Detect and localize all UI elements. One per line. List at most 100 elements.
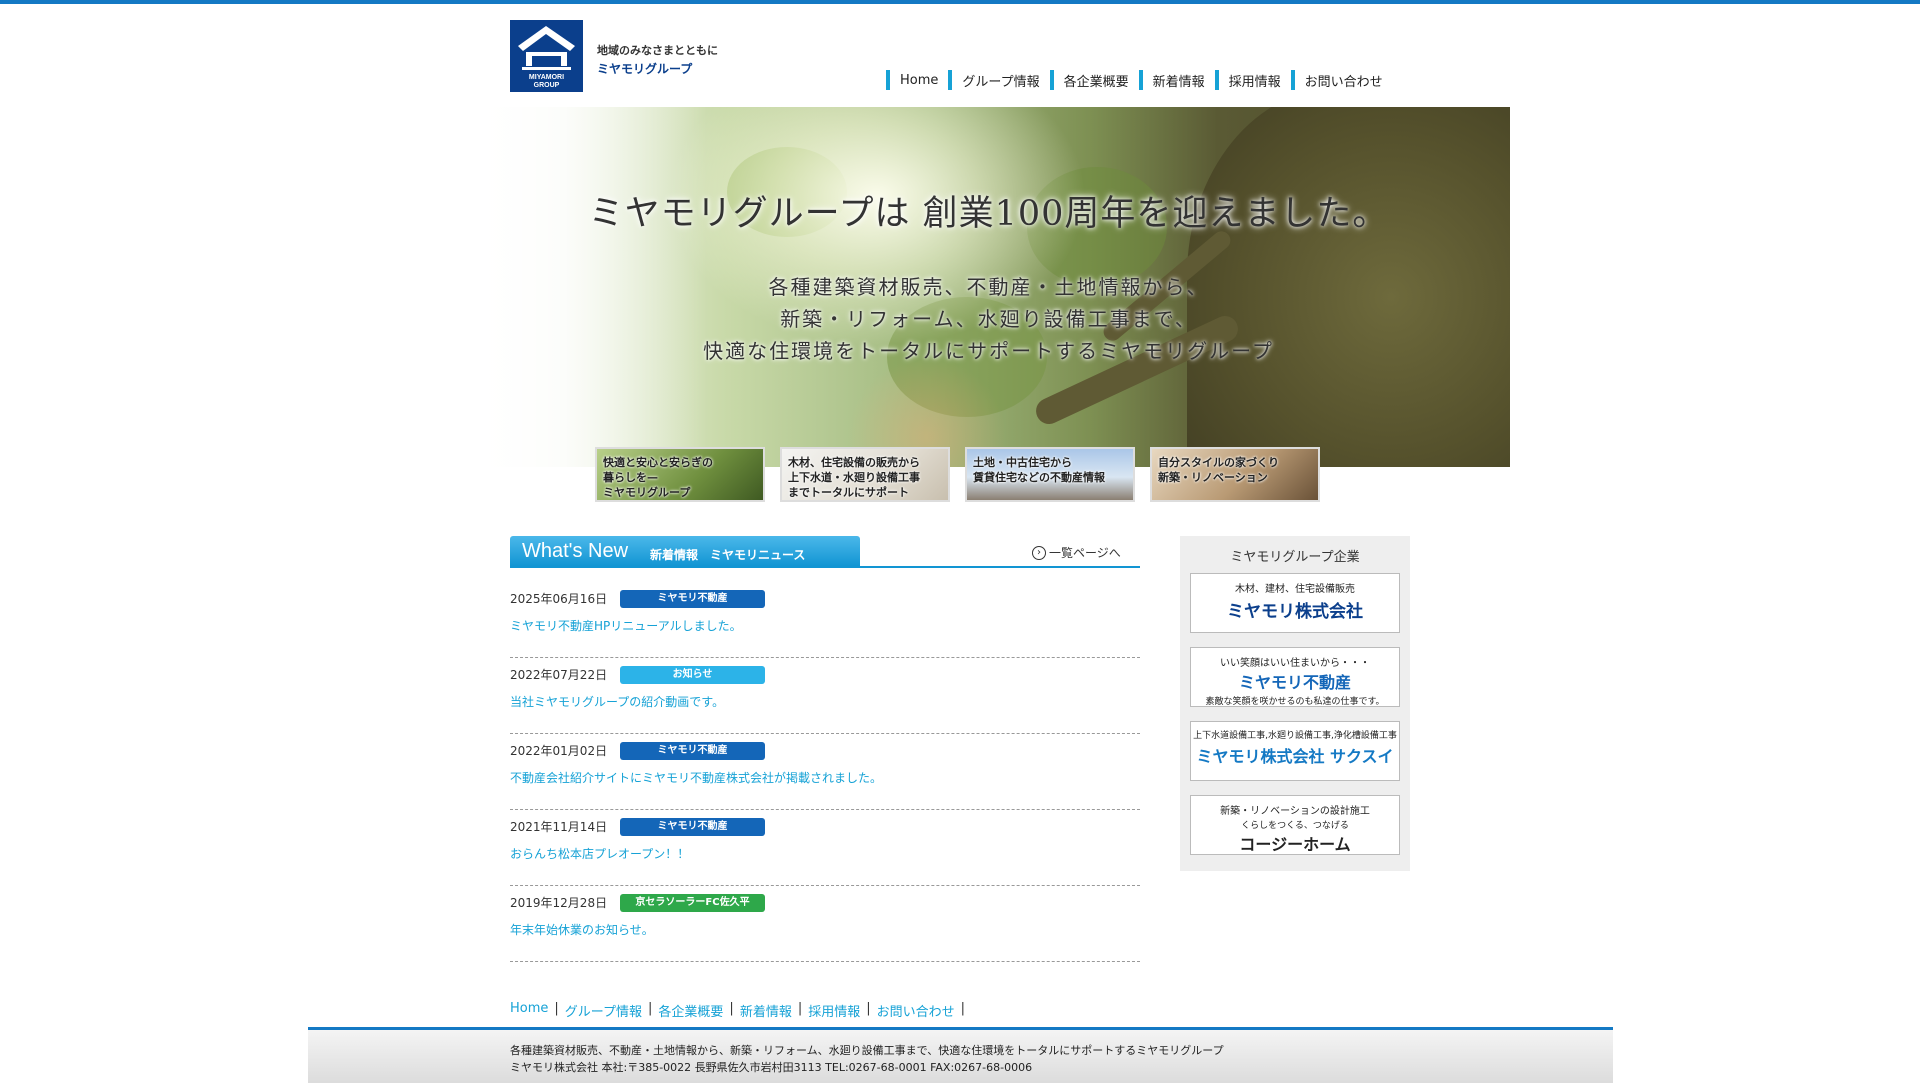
global-nav: Home グループ情報 各企業概要 新着情報 採用情報 お問い合わせ <box>886 70 1393 90</box>
nav-item-recruit[interactable]: 採用情報 <box>1214 70 1281 90</box>
nav-bar-marker <box>948 70 953 90</box>
news-list: 2025年06月16日 ミヤモリ不動産 ミヤモリ不動産HPリニューアルしました。… <box>510 582 1140 962</box>
footer-separator: | <box>960 1001 966 1016</box>
news-header: What's New 新着情報 ミヤモリニュース › 一覧ページへ <box>510 536 1140 568</box>
nav-item-companies[interactable]: 各企業概要 <box>1049 70 1129 90</box>
hero-text-line: 新築・リフォーム、水廻り設備工事まで、 <box>780 307 1197 331</box>
banner-text: 木材、住宅設備の販売から 上下水道・水廻り設備工事 までトータルにサポート <box>788 456 920 499</box>
news-heading-en: What's New <box>522 540 629 562</box>
company-banner-caption: 新築・リノベーションの設計施工 <box>1220 806 1370 817</box>
group-companies-panel: ミヤモリグループ企業 木材、建材、住宅設備販売 ミヤモリ株式会社 いい笑顔はいい… <box>1180 536 1410 871</box>
news-heading-jp: 新着情報 ミヤモリニュース <box>650 548 806 562</box>
nav-bar-marker <box>1049 70 1054 90</box>
nav-bar-marker <box>886 70 890 90</box>
company-banner-fudosan[interactable]: いい笑顔はいい住まいから・・・ ミヤモリ不動産 素敵な笑顔を咲かせるのも私達の仕… <box>1190 647 1400 707</box>
footer-description: 各種建築資材販売、不動産・土地情報から、新築・リフォーム、水廻り設備工事まで、快… <box>510 1044 1224 1057</box>
logo-text-group: GROUP <box>533 82 560 89</box>
footer: 各種建築資材販売、不動産・土地情報から、新築・リフォーム、水廻り設備工事まで、快… <box>308 1027 1613 1083</box>
news-category-badge: ミヤモリ不動産 <box>620 742 765 760</box>
banner-text: 土地・中古住宅から 賃貸住宅などの不動産情報 <box>973 456 1105 484</box>
nav-item-group-info[interactable]: グループ情報 <box>948 70 1040 90</box>
company-banner-name: コージーホーム <box>1239 835 1351 854</box>
company-banner-cozyhome[interactable]: 新築・リノベーションの設計施工 くらしをつくる、つなげる コージーホーム <box>1190 795 1400 855</box>
news-more-label[interactable]: 一覧ページへ <box>1049 544 1121 561</box>
footer-link-contact[interactable]: お問い合わせ <box>877 1001 955 1020</box>
nav-item-news[interactable]: 新着情報 <box>1138 70 1205 90</box>
hero-image: ミヤモリグループは 創業100周年を迎えました。 各種建築資材販売、不動産・土地… <box>467 107 1510 467</box>
header-tagline: 地域のみなさまとともに <box>597 44 718 57</box>
news-item: 2025年06月16日 ミヤモリ不動産 ミヤモリ不動産HPリニューアルしました。 <box>510 582 1140 658</box>
nav-bar-marker <box>1138 70 1143 90</box>
footer-link-home[interactable]: Home <box>510 1001 548 1020</box>
news-title-link[interactable]: ミヤモリ不動産HPリニューアルしました。 <box>510 617 742 634</box>
footer-link-companies[interactable]: 各企業概要 <box>658 1001 723 1020</box>
group-companies-title: ミヤモリグループ企業 <box>1230 550 1360 565</box>
news-underline <box>510 566 1140 568</box>
banner-text: 快適と安心と安らぎの 暮らしを— ミヤモリグループ <box>603 456 713 499</box>
news-date: 2022年07月22日 <box>510 668 608 682</box>
company-banner-miyamori[interactable]: 木材、建材、住宅設備販売 ミヤモリ株式会社 <box>1190 573 1400 633</box>
news-item: 2019年12月28日 京セラソーラーFC佐久平 年末年始休業のお知らせ。 <box>510 886 1140 962</box>
nav-item-label[interactable]: 各企業概要 <box>1064 71 1129 90</box>
company-banner-name: ミヤモリ不動産 <box>1238 673 1351 692</box>
news-category-badge: 京セラソーラーFC佐久平 <box>620 894 765 912</box>
nav-item-label[interactable]: グループ情報 <box>962 71 1039 90</box>
hero-title: ミヤモリグループは 創業100周年を迎えました。 <box>588 194 1389 234</box>
banner-equipment[interactable]: 木材、住宅設備の販売から 上下水道・水廻り設備工事 までトータルにサポート <box>780 447 950 502</box>
footer-separator: | <box>866 1001 871 1016</box>
miyamori-logo[interactable]: MIYAMORI GROUP <box>510 20 583 92</box>
company-banner-caption: 木材、建材、住宅設備販売 <box>1235 584 1355 595</box>
hero-text-line: 快適な住環境をトータルにサポートするミヤモリグループ <box>703 339 1274 363</box>
nav-item-contact[interactable]: お問い合わせ <box>1290 70 1383 90</box>
news-category-badge: ミヤモリ不動産 <box>620 590 765 608</box>
nav-bar-marker <box>1290 70 1295 90</box>
news-item: 2021年11月14日 ミヤモリ不動産 おらんち松本店プレオープン！！ <box>510 810 1140 886</box>
nav-item-label[interactable]: Home <box>900 73 938 88</box>
hero-text-line: 各種建築資材販売、不動産・土地情報から、 <box>768 275 1209 299</box>
header-brand-name[interactable]: ミヤモリグループ <box>597 60 692 77</box>
footer-separator: | <box>648 1001 653 1016</box>
news-category-badge: ミヤモリ不動産 <box>620 818 765 836</box>
news-item: 2022年07月22日 お知らせ 当社ミヤモリグループの紹介動画です。 <box>510 658 1140 734</box>
footer-separator: | <box>554 1001 559 1016</box>
news-date: 2025年06月16日 <box>510 592 608 606</box>
news-date: 2022年01月02日 <box>510 744 608 758</box>
footer-link-recruit[interactable]: 採用情報 <box>808 1001 860 1020</box>
nav-item-label[interactable]: 採用情報 <box>1229 71 1281 90</box>
footer-nav: Home | グループ情報 | 各企業概要 | 新着情報 | 採用情報 | お問い合わせ | <box>510 1001 971 1020</box>
nav-item-label[interactable]: 新着情報 <box>1153 71 1205 90</box>
footer-separator: | <box>729 1001 734 1016</box>
news-category-badge: お知らせ <box>620 666 765 684</box>
nav-bar-marker <box>1214 70 1219 90</box>
news-date: 2019年12月28日 <box>510 896 608 910</box>
company-banner-name: ミヤモリ株式会社 <box>1227 602 1363 622</box>
news-title-link[interactable]: おらんち松本店プレオープン！！ <box>510 845 689 862</box>
news-title-link[interactable]: 当社ミヤモリグループの紹介動画です。 <box>510 693 724 710</box>
news-title-link[interactable]: 不動産会社紹介サイトにミヤモリ不動産株式会社が掲載されました。 <box>510 769 882 786</box>
feature-banners: 快適と安心と安らぎの 暮らしを— ミヤモリグループ 木材、住宅設備の販売から 上… <box>595 447 1335 502</box>
chevron-right-icon: › <box>1032 545 1046 560</box>
banner-text: 自分スタイルの家づくり 新築・リノベーション <box>1158 456 1279 484</box>
banner-real-estate[interactable]: 土地・中古住宅から 賃貸住宅などの不動産情報 <box>965 447 1135 502</box>
footer-separator: | <box>797 1001 803 1016</box>
banner-renovation[interactable]: 自分スタイルの家づくり 新築・リノベーション <box>1150 447 1320 502</box>
company-banner-caption: いい笑顔はいい住まいから・・・ <box>1220 658 1370 669</box>
company-banner-sakusui[interactable]: 上下水道設備工事,水廻り設備工事,浄化槽設備工事 ミヤモリ株式会社 サクスイ <box>1190 721 1400 781</box>
news-date: 2021年11月14日 <box>510 820 608 834</box>
footer-link-news[interactable]: 新着情報 <box>740 1001 792 1020</box>
news-title-link[interactable]: 年末年始休業のお知らせ。 <box>510 921 654 938</box>
top-accent-bar <box>0 0 1920 4</box>
nav-item-home[interactable]: Home <box>886 70 938 90</box>
company-banner-name: ミヤモリ株式会社 サクスイ <box>1196 747 1394 766</box>
news-tab: What's New 新着情報 ミヤモリニュース <box>510 536 860 566</box>
news-more-link[interactable]: › 一覧ページへ <box>1032 544 1121 561</box>
logo-text-miyamori: MIYAMORI <box>528 74 565 81</box>
news-item: 2022年01月02日 ミヤモリ不動産 不動産会社紹介サイトにミヤモリ不動産株式… <box>510 734 1140 810</box>
footer-link-group-info[interactable]: グループ情報 <box>565 1001 642 1020</box>
banner-lifestyle[interactable]: 快適と安心と安らぎの 暮らしを— ミヤモリグループ <box>595 447 765 502</box>
company-banner-caption: 上下水道設備工事,水廻り設備工事,浄化槽設備工事 <box>1193 731 1397 741</box>
company-banner-subcaption: くらしをつくる、つなげる <box>1241 821 1349 831</box>
company-banner-subcaption: 素敵な笑顔を咲かせるのも私達の仕事です。 <box>1205 697 1385 707</box>
nav-item-label[interactable]: お問い合わせ <box>1305 71 1383 90</box>
footer-company-address: ミヤモリ株式会社 本社:〒385-0022 長野県佐久市岩村田3113 TEL:… <box>510 1061 1033 1074</box>
